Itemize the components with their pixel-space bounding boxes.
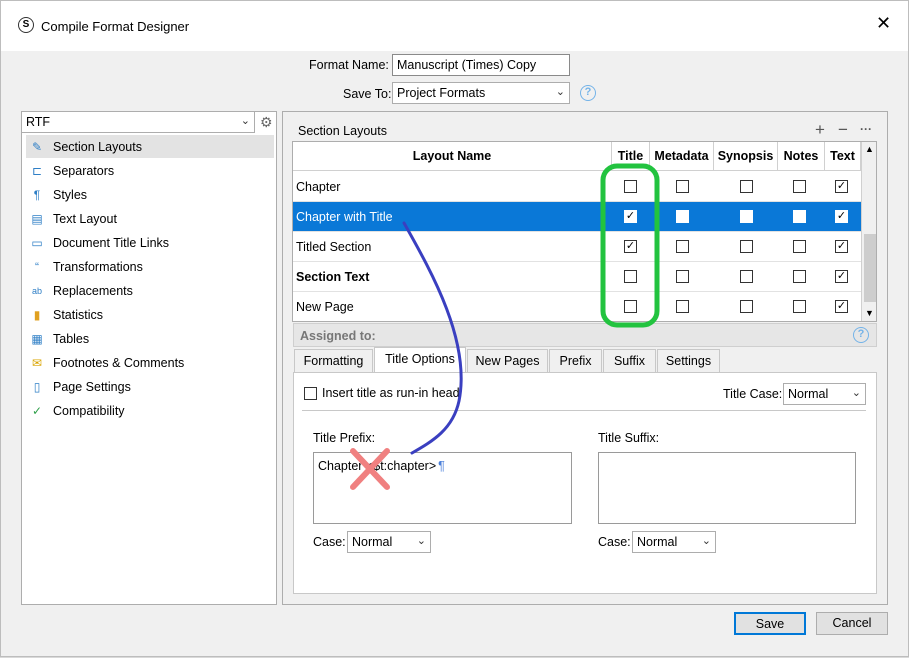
highlight-rectangle [600, 163, 660, 328]
annotation-arrow-line [402, 221, 463, 455]
annotation-cross-mark [350, 448, 390, 490]
annotation-overlay [350, 163, 660, 490]
compile-format-designer-window: S Compile Format Designer ✕ Format Name:… [0, 0, 909, 657]
